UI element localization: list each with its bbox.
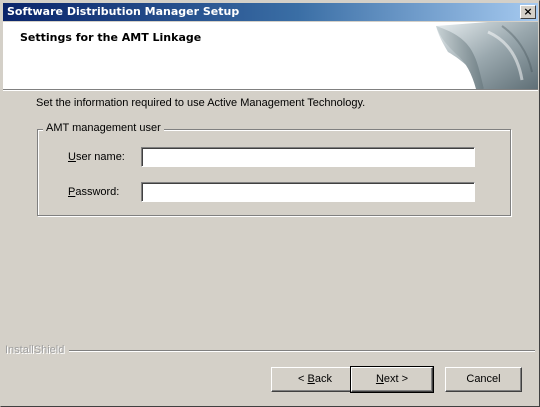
header-panel: Settings for the AMT Linkage	[3, 22, 538, 89]
next-button-label: ext >	[383, 373, 409, 385]
back-button-label: ack	[314, 373, 332, 385]
password-label-text: assword:	[75, 186, 120, 198]
username-label: User name:	[68, 151, 125, 163]
page-title: Settings for the AMT Linkage	[20, 31, 202, 44]
groupbox-label: AMT management user	[43, 122, 164, 134]
installshield-brand: InstallShield	[5, 344, 65, 356]
password-label: Password:	[68, 186, 119, 198]
next-button-accelerator: N	[375, 373, 384, 385]
back-button-prefix: <	[298, 373, 308, 385]
back-button[interactable]: < Back	[271, 367, 359, 392]
title-bar[interactable]: Software Distribution Manager Setup ×	[3, 3, 538, 21]
next-button[interactable]: Next >	[350, 366, 434, 393]
header-divider-highlight	[3, 90, 538, 91]
username-input[interactable]	[141, 147, 475, 167]
cancel-button[interactable]: Cancel	[445, 367, 522, 392]
window-title: Software Distribution Manager Setup	[7, 5, 240, 18]
setup-dialog: Software Distribution Manager Setup × Se…	[0, 0, 540, 407]
close-button[interactable]: ×	[520, 5, 536, 19]
installer-art-icon	[436, 22, 538, 89]
amt-user-groupbox	[37, 129, 511, 216]
username-label-text: ser name:	[75, 151, 125, 163]
back-button-accelerator: B	[307, 373, 315, 385]
password-input[interactable]	[141, 182, 475, 202]
instruction-text: Set the information required to use Acti…	[36, 97, 366, 109]
branding-divider-highlight	[69, 351, 535, 352]
username-label-accelerator: U	[68, 151, 76, 163]
